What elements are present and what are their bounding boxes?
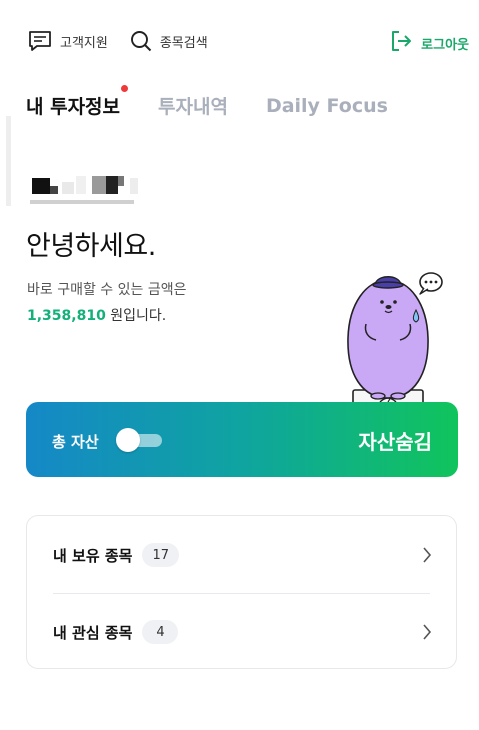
top-left-actions: 고객지원 종목검색	[28, 30, 230, 52]
notification-dot	[121, 85, 129, 92]
my-holdings-row[interactable]: 내 보유 종목 17	[27, 517, 456, 593]
watchlist-label: 내 관심 종목	[53, 623, 133, 642]
toggle-knob	[116, 428, 140, 452]
logout-button[interactable]: 로그아웃	[390, 30, 469, 56]
chevron-right-icon	[422, 624, 432, 644]
tab-my-investment-label: 내 투자정보	[26, 96, 121, 118]
tab-daily-focus-label: Daily Focus	[265, 94, 388, 117]
main-tabs: 내 투자정보 투자내역 Daily Focus	[26, 85, 426, 119]
stock-search-label: 종목검색	[159, 35, 208, 51]
my-holdings-count-badge: 17	[142, 543, 179, 567]
mascot-illustration	[340, 266, 450, 420]
tab-investment-history[interactable]: 투자내역	[158, 92, 228, 119]
scroll-edge-indicator	[6, 116, 11, 206]
customer-support-button[interactable]: 고객지원	[28, 30, 108, 52]
asset-visibility-toggle[interactable]	[116, 428, 162, 452]
tab-investment-history-label: 투자내역	[158, 96, 228, 118]
customer-support-label: 고객지원	[60, 35, 108, 51]
available-amount-suffix: 원입니다.	[110, 308, 167, 324]
greeting-title: 안녕하세요.	[26, 231, 156, 262]
search-icon	[130, 30, 152, 52]
my-holdings-label: 내 보유 종목	[53, 546, 133, 565]
tab-daily-focus[interactable]: Daily Focus	[266, 95, 388, 117]
watchlist-count-badge: 4	[142, 620, 179, 644]
tab-my-investment[interactable]: 내 투자정보	[26, 85, 129, 119]
masked-user-name	[30, 174, 142, 210]
stock-search-button[interactable]: 종목검색	[130, 30, 208, 52]
available-amount-line: 1,358,810 원입니다.	[27, 305, 166, 325]
total-asset-label: 총 자산	[52, 433, 99, 451]
logout-label: 로그아웃	[421, 37, 469, 53]
holdings-card: 내 보유 종목 17 내 관심 종목 4	[26, 515, 457, 669]
logout-icon	[390, 30, 412, 56]
chat-bubble-icon	[28, 30, 52, 52]
watchlist-row[interactable]: 내 관심 종목 4	[27, 594, 456, 670]
top-bar: 고객지원 종목검색 로그아웃	[0, 0, 479, 86]
hide-assets-button[interactable]: 자산숨김	[358, 426, 432, 455]
available-amount-text: 바로 구매할 수 있는 금액은	[27, 282, 187, 298]
available-amount-value: 1,358,810	[27, 308, 106, 324]
total-asset-card: 총 자산 자산숨김	[26, 402, 458, 477]
chevron-right-icon	[422, 547, 432, 567]
